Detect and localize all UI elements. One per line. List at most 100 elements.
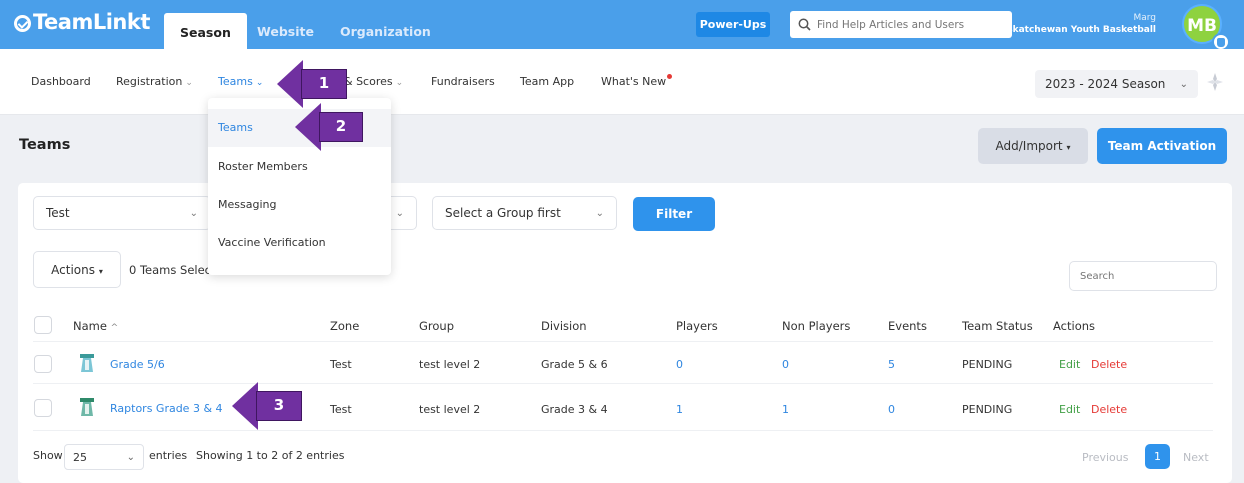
menu-item-vaccine-verification[interactable]: Vaccine Verification — [208, 224, 391, 262]
chevron-down-icon: ⌄ — [395, 78, 404, 88]
select-all-checkbox[interactable] — [34, 316, 52, 334]
col-players[interactable]: Players — [676, 319, 718, 333]
nav-teams[interactable]: Teams ⌄ — [218, 75, 263, 88]
zone-select[interactable]: Test ⌄ — [33, 196, 211, 230]
team-name-link[interactable]: Grade 5/6 — [110, 358, 165, 371]
chevron-down-icon: ⌄ — [126, 451, 135, 463]
selected-count: 0 Teams Selected — [129, 263, 209, 277]
add-import-label: Add/Import — [995, 139, 1063, 153]
team-jersey-icon — [80, 354, 94, 372]
sub-navigation: Dashboard Registration ⌄ Teams ⌄ & Scores ⌄… — [0, 49, 1244, 115]
nav-label: Registration — [116, 75, 183, 88]
cell-non-players-link[interactable]: 0 — [782, 358, 789, 371]
edit-link[interactable]: Edit — [1059, 358, 1080, 371]
nav-label: & Scores — [344, 75, 393, 88]
chevron-down-icon: ⌄ — [395, 207, 404, 219]
col-non-players[interactable]: Non Players — [782, 319, 850, 333]
previous-page-button[interactable]: Previous — [1082, 451, 1129, 464]
entries-value: 25 — [73, 450, 87, 464]
cell-players-link[interactable]: 0 — [676, 358, 683, 371]
nav-games-scores[interactable]: & Scores ⌄ — [344, 75, 403, 88]
nav-label: Team App — [520, 75, 575, 88]
row-checkbox[interactable] — [34, 399, 52, 417]
table-search-input[interactable] — [1069, 261, 1217, 291]
menu-item-messaging[interactable]: Messaging — [208, 186, 391, 224]
arrow-left-icon — [277, 60, 303, 108]
power-ups-button[interactable]: Power-Ups — [696, 12, 770, 37]
add-import-button[interactable]: Add/Import ▾ — [978, 128, 1088, 164]
cell-division: Grade 5 & 6 — [541, 358, 608, 371]
status-badge: PENDING — [962, 403, 1013, 416]
logo-text: TeamLinkt — [33, 10, 150, 34]
nav-whats-new[interactable]: What's New — [601, 74, 673, 88]
season-select[interactable]: 2023 - 2024 Season ⌄ — [1035, 70, 1198, 98]
actions-button[interactable]: Actions ▾ — [33, 251, 121, 288]
callout-number: 3 — [256, 391, 302, 421]
cell-events-link[interactable]: 5 — [888, 358, 895, 371]
col-events[interactable]: Events — [888, 319, 927, 333]
chevron-down-icon: ⌄ — [185, 78, 193, 88]
nav-label: Dashboard — [31, 75, 91, 88]
col-division[interactable]: Division — [541, 319, 587, 333]
caret-down-icon: ▾ — [98, 267, 103, 276]
tab-organization[interactable]: Organization — [324, 14, 447, 49]
row-divider — [33, 341, 1213, 342]
col-name-label: Name — [73, 319, 107, 333]
row-checkbox[interactable] — [34, 355, 52, 373]
nav-label: What's New — [601, 75, 667, 88]
user-first-name: Marg — [1133, 13, 1156, 23]
callout-number: 1 — [301, 69, 347, 99]
team-jersey-icon — [80, 398, 94, 416]
next-page-button[interactable]: Next — [1183, 451, 1209, 464]
chevron-down-icon: ⌄ — [255, 78, 264, 88]
col-actions: Actions — [1053, 319, 1096, 333]
help-search-box[interactable] — [790, 11, 1012, 38]
season-value: 2023 - 2024 Season — [1045, 77, 1166, 91]
nav-registration[interactable]: Registration ⌄ — [116, 75, 193, 88]
row-divider — [33, 430, 1213, 431]
filter-button[interactable]: Filter — [633, 197, 715, 231]
teamlinkt-logo[interactable]: TeamLinkt — [14, 10, 150, 34]
search-icon — [798, 18, 811, 31]
cell-events-link[interactable]: 0 — [888, 403, 895, 416]
col-zone[interactable]: Zone — [330, 319, 359, 333]
group-value: Select a Group first — [445, 206, 561, 220]
cell-zone: Test — [330, 403, 352, 416]
tab-website[interactable]: Website — [241, 14, 330, 49]
group-select[interactable]: Select a Group first ⌄ — [432, 196, 617, 230]
cell-division: Grade 3 & 4 — [541, 403, 608, 416]
menu-item-roster-members[interactable]: Roster Members — [208, 148, 391, 186]
nav-dashboard[interactable]: Dashboard — [31, 75, 91, 88]
top-bar: TeamLinkt Season Website Organization Po… — [0, 0, 1244, 51]
nav-label: Teams — [218, 75, 253, 88]
entries-label: entries — [149, 449, 188, 462]
cell-group: test level 2 — [419, 403, 481, 416]
delete-link[interactable]: Delete — [1091, 358, 1127, 371]
actions-label: Actions — [51, 263, 95, 277]
chevron-down-icon: ⌄ — [1179, 78, 1188, 90]
cell-players-link[interactable]: 1 — [676, 403, 683, 416]
page-1-button[interactable]: 1 — [1145, 444, 1170, 469]
nav-team-app[interactable]: Team App — [520, 75, 574, 88]
cell-non-players-link[interactable]: 1 — [782, 403, 789, 416]
entries-select[interactable]: 25 ⌄ — [64, 444, 144, 470]
user-info[interactable]: Marg Saskatchewan Youth Basketball — [995, 12, 1156, 36]
col-name[interactable]: Name ^ — [73, 319, 118, 333]
col-group[interactable]: Group — [419, 319, 454, 333]
team-name-link[interactable]: Raptors Grade 3 & 4 — [110, 402, 223, 415]
delete-link[interactable]: Delete — [1091, 403, 1127, 416]
cell-group: test level 2 — [419, 358, 481, 371]
help-search-input[interactable] — [817, 18, 997, 31]
status-badge: PENDING — [962, 358, 1013, 371]
show-label: Show — [33, 449, 63, 462]
nav-label: Fundraisers — [431, 75, 495, 88]
edit-link[interactable]: Edit — [1059, 403, 1080, 416]
sort-asc-icon: ^ — [110, 323, 119, 333]
team-activation-button[interactable]: Team Activation — [1097, 128, 1227, 164]
cell-zone: Test — [330, 358, 352, 371]
settings-sparkle-icon[interactable] — [1207, 73, 1223, 91]
col-team-status[interactable]: Team Status — [962, 319, 1033, 333]
tab-season[interactable]: Season — [164, 13, 247, 49]
nav-fundraisers[interactable]: Fundraisers — [431, 75, 495, 88]
row-divider — [33, 383, 1213, 384]
